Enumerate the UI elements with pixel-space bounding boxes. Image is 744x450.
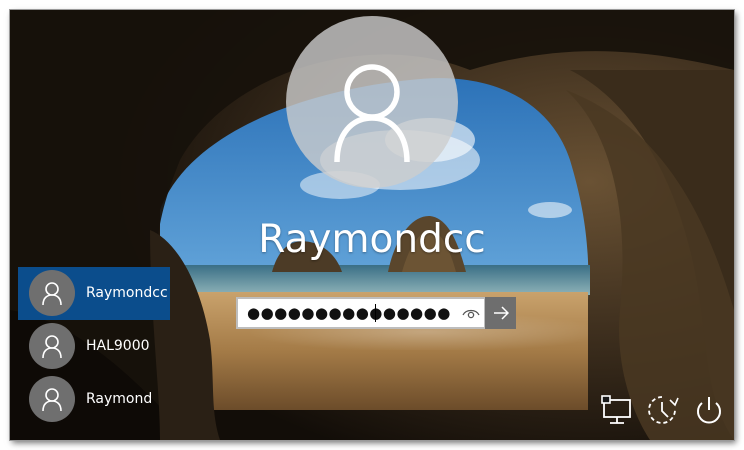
arrow-right-icon — [494, 306, 509, 320]
reveal-password-button[interactable] — [458, 299, 484, 327]
password-field[interactable] — [236, 297, 516, 329]
power-icon — [697, 397, 721, 424]
text-caret — [375, 304, 376, 322]
ease-of-access-icon — [648, 396, 679, 424]
avatar — [29, 376, 75, 422]
user-list-item[interactable]: Raymond — [18, 373, 170, 426]
user-silhouette-icon — [334, 64, 410, 163]
user-list-item-name: Raymond — [86, 391, 153, 407]
ease-of-access-button[interactable] — [644, 392, 680, 428]
user-list-item-name: HAL9000 — [86, 338, 150, 354]
power-button[interactable] — [691, 392, 727, 428]
lock-screen: Raymondcc Raymondcc — [10, 10, 734, 440]
network-icon — [601, 395, 631, 424]
user-avatar-large — [286, 16, 458, 188]
user-silhouette-icon — [42, 388, 62, 412]
avatar — [29, 270, 75, 316]
user-silhouette-icon — [42, 335, 62, 359]
username-label: Raymondcc — [258, 217, 486, 262]
network-button[interactable] — [598, 392, 634, 428]
eye-icon — [462, 309, 480, 319]
user-list-item[interactable]: HAL9000 — [18, 320, 170, 373]
user-list-item[interactable]: Raymondcc — [18, 267, 170, 320]
password-input[interactable] — [238, 299, 458, 327]
user-list-item-name: Raymondcc — [86, 285, 168, 301]
user-silhouette-icon — [42, 282, 62, 306]
avatar — [29, 323, 75, 369]
user-switch-list: Raymondcc HAL9000 Raymond — [18, 267, 170, 426]
submit-button[interactable] — [484, 297, 516, 329]
